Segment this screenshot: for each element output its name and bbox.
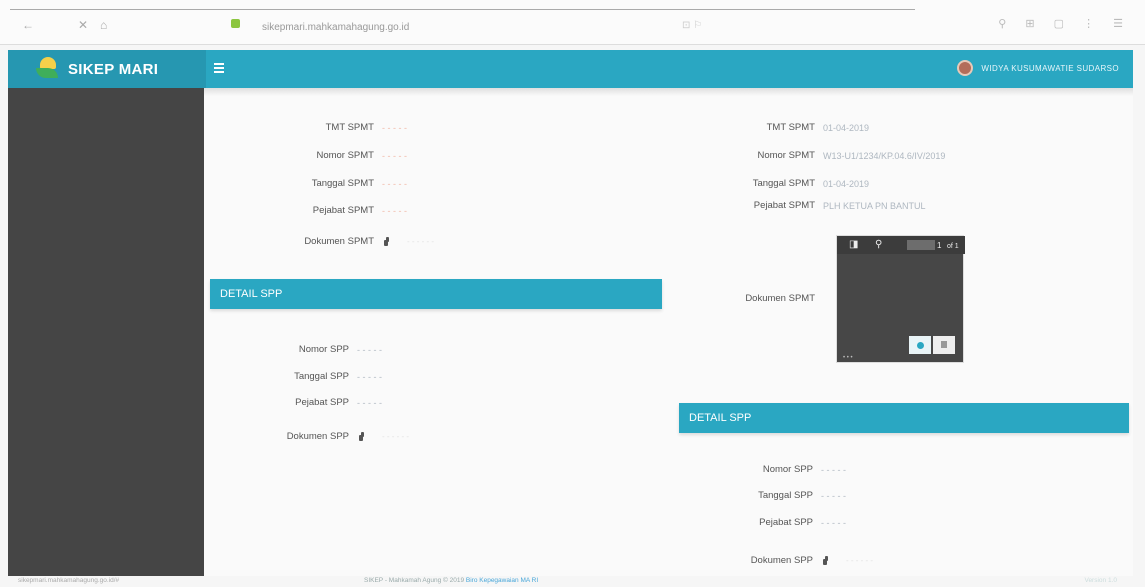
page-number-field[interactable] [907, 240, 935, 250]
sidebar-toggle-icon[interactable]: ◨ [849, 239, 858, 251]
field-label: Tanggal SPMT [752, 178, 815, 189]
right-dokumen-spp-row: Dokumen SPP - - - - - - [204, 555, 873, 566]
document-icon[interactable] [384, 237, 391, 246]
field-label: Dokumen SPP [750, 555, 813, 566]
left-dokumen-spp-row: Dokumen SPP - - - - - - [204, 431, 409, 442]
status-url: sikepmari.mahkamahagung.go.id/# [18, 577, 120, 584]
document-link[interactable]: - - - - - - [846, 556, 873, 565]
download-button[interactable] [909, 336, 931, 354]
page-actions-icons[interactable]: ⊡ ⚐ [682, 20, 702, 31]
document-preview[interactable]: ◨ ⚲ 1 of 1 • • • [836, 235, 965, 363]
user-name: WIDYA KUSUMAWATIE SUDARSO [981, 63, 1119, 73]
left-tanggal-spp-row: Tanggal SPP - - - - - [204, 371, 382, 382]
right-tanggal-spp-row: Tanggal SPP - - - - - [204, 490, 846, 501]
field-value: - - - - - [821, 517, 846, 528]
field-label: Nomor SPMT [757, 150, 815, 161]
field-label: Pejabat SPP [295, 397, 349, 408]
app-title: SIKEP MARI [68, 60, 159, 78]
right-pejabat-spmt-row: Pejabat SPMT PLH KETUA PN BANTUL [204, 200, 926, 211]
document-icon[interactable] [359, 432, 366, 441]
field-value: - - - - - [821, 490, 846, 501]
field-value: PLH KETUA PN BANTUL [823, 200, 926, 211]
menu-toggle-icon[interactable] [214, 63, 224, 73]
print-icon [941, 341, 947, 348]
document-link[interactable]: - - - - - - [382, 432, 409, 441]
footer: sikepmari.mahkamahagung.go.id/# SIKEP - … [8, 576, 1133, 587]
right-dokumen-spmt-row: Dokumen SPMT [204, 293, 815, 304]
field-label: Pejabat SPP [759, 517, 813, 528]
main-content: TMT SPMT - - - - - Nomor SPMT - - - - - … [204, 88, 1133, 576]
field-label: Dokumen SPP [286, 431, 349, 442]
address-bar[interactable]: sikepmari.mahkamahagung.go.id [262, 22, 409, 33]
field-label: Dokumen SPMT [745, 293, 815, 304]
field-label: Tanggal SPP [758, 490, 813, 501]
field-value: - - - - - [357, 371, 382, 382]
field-value: - - - - - [357, 344, 382, 355]
footer-copyright: SIKEP - Mahkamah Agung © 2019 Biro Kepeg… [364, 577, 538, 584]
footer-version: Version 1.0 [1084, 577, 1117, 584]
right-nomor-spmt-row: Nomor SPMT W13-U1/1234/KP.04.6/IV/2019 [204, 150, 945, 161]
sidebar [8, 88, 204, 576]
field-value: 01-04-2019 [823, 122, 870, 133]
browser-toolbar-icons[interactable]: ⚲ ⊞ ▢ ⋮ ☰ [998, 17, 1131, 30]
field-label: Nomor SPP [298, 344, 349, 355]
close-icon[interactable]: ✕ [78, 18, 88, 32]
search-icon[interactable]: ⚲ [875, 239, 882, 251]
user-menu[interactable]: WIDYA KUSUMAWATIE SUDARSO [957, 60, 1119, 76]
back-icon[interactable]: ← [22, 18, 34, 32]
copyright-text: SIKEP - Mahkamah Agung © 2019 [364, 577, 465, 584]
left-pejabat-spp-row: Pejabat SPP - - - - - [204, 397, 382, 408]
print-button[interactable] [933, 336, 955, 354]
field-label: Tanggal SPP [294, 371, 349, 382]
document-link[interactable]: - - - - - - [407, 237, 434, 246]
footer-link[interactable]: Biro Kepegawaian MA RI [466, 577, 538, 584]
brand[interactable]: SIKEP MARI [8, 50, 206, 88]
field-label: Nomor SPP [762, 464, 813, 475]
preview-toolbar: ◨ ⚲ 1 of 1 [837, 236, 965, 254]
download-icon [916, 341, 924, 349]
browser-toolbar: ← ✕ ⌂ sikepmari.mahkamahagung.go.id ⊡ ⚐ … [0, 0, 1145, 45]
page-total: of 1 [947, 243, 959, 250]
preview-pager: • • • [843, 355, 853, 361]
field-label: Dokumen SPMT [304, 236, 374, 247]
field-value: - - - - - [357, 397, 382, 408]
field-value: - - - - - [821, 464, 846, 475]
right-nomor-spp-row: Nomor SPP - - - - - [204, 464, 846, 475]
lock-icon [231, 19, 240, 28]
field-label: TMT SPMT [766, 122, 815, 133]
app-header: SIKEP MARI WIDYA KUSUMAWATIE SUDARSO [8, 50, 1133, 88]
tab-strip-line [10, 9, 915, 10]
field-value: 01-04-2019 [823, 178, 870, 189]
left-dokumen-spmt-row: Dokumen SPMT - - - - - - [204, 236, 434, 247]
logo-icon [34, 56, 64, 82]
field-value: W13-U1/1234/KP.04.6/IV/2019 [823, 150, 946, 161]
home-icon[interactable]: ⌂ [100, 18, 107, 32]
field-label: Pejabat SPMT [753, 200, 815, 211]
right-tmt-spmt-row: TMT SPMT 01-04-2019 [204, 122, 869, 133]
right-pejabat-spp-row: Pejabat SPP - - - - - [204, 517, 846, 528]
right-detail-spp-header: DETAIL SPP [679, 403, 1129, 433]
avatar [957, 60, 974, 76]
right-tanggal-spmt-row: Tanggal SPMT 01-04-2019 [204, 178, 869, 189]
document-icon[interactable] [823, 556, 830, 565]
page-number-value: 1 [937, 241, 942, 250]
left-nomor-spp-row: Nomor SPP - - - - - [204, 344, 382, 355]
